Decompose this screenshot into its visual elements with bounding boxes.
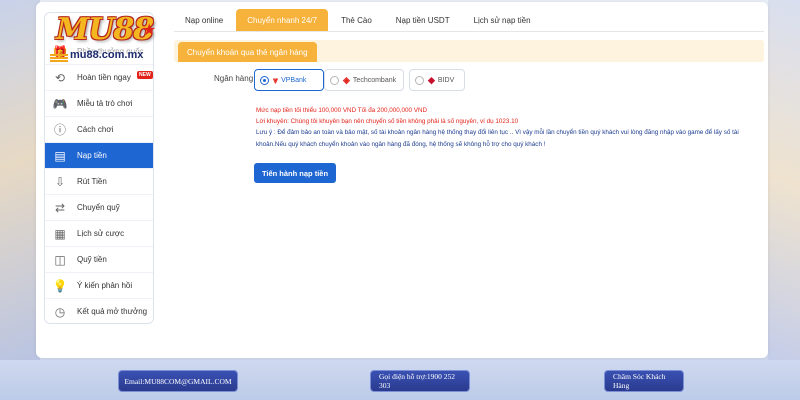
footer-support-button[interactable]: Chăm Sóc Khách Hàng (604, 370, 684, 392)
bank-option-techcombank[interactable]: ◈ Techcombank (324, 69, 404, 91)
wing-icon (50, 54, 68, 56)
tab-online[interactable]: Nạp online (174, 9, 234, 31)
radio-button[interactable] (330, 75, 339, 85)
sidebar-item-label: Ý kiến phản hồi (77, 281, 133, 290)
radio-button[interactable] (415, 75, 424, 85)
brand-logo[interactable]: MU88 ★ mu88.com.mx (50, 8, 162, 74)
bank-label: Ngân hàng (214, 74, 254, 83)
sidebar-item-results[interactable]: ◷ Kết quả mở thưởng (45, 299, 153, 323)
sidebar-item-game-desc[interactable]: 🎮 Miễu tả trò chơi (45, 91, 153, 117)
star-icon: ★ (142, 22, 157, 39)
radio-button[interactable] (260, 75, 269, 85)
history-icon: ▦ (54, 226, 66, 241)
vpbank-logo-icon: ⩔ (273, 74, 279, 85)
footer-email-button[interactable]: Email:MU88COM@GMAIL.COM (118, 370, 238, 392)
tab-deposit-history[interactable]: Lịch sử nạp tiền (463, 9, 542, 31)
logo-wordmark: MU88 (56, 12, 154, 47)
techcombank-logo-icon: ◈ (343, 74, 350, 85)
bank-option-vpbank[interactable]: ⩔ VPBank (254, 69, 324, 91)
bank-option-bidv[interactable]: ◆ BIDV (409, 69, 465, 91)
tab-scratch-card[interactable]: Thẻ Cào (330, 9, 383, 31)
sidebar-item-how-to-play[interactable]: ⓘ Cách chơi (45, 117, 153, 143)
sidebar-item-label: Hoàn tiền ngay (77, 73, 131, 82)
info-icon: ⓘ (53, 122, 66, 137)
sidebar-item-label: Quỹ tiền (77, 255, 107, 264)
bank-name: Techcombank (352, 76, 397, 84)
deposit-icon: ▤ (54, 148, 66, 163)
bank-name: VPBank (281, 76, 307, 84)
sidebar-item-label: Chuyển quỹ (77, 203, 120, 212)
sidebar-item-feedback[interactable]: 💡 Ý kiến phản hồi (45, 273, 153, 299)
sidebar-item-deposit[interactable]: ▤ Nạp tiền (45, 143, 153, 169)
subtab-bank-transfer[interactable]: Chuyển khoản qua thẻ ngân hàng (178, 42, 317, 62)
footer-hotline-button[interactable]: Gọi điện hỗ trợ:1900 252 303 (370, 370, 470, 392)
logo-domain: mu88.com.mx (70, 49, 144, 61)
sidebar-item-withdraw[interactable]: ⇩ Rút Tiền (45, 169, 153, 195)
wallet-icon: ◫ (54, 252, 66, 267)
sidebar-item-label: Cách chơi (77, 125, 114, 134)
sidebar-item-wallet[interactable]: ◫ Quỹ tiền (45, 247, 153, 273)
transfer-icon: ⇄ (54, 200, 66, 215)
background-art-left (0, 0, 40, 360)
tab-usdt[interactable]: Nạp tiền USDT (385, 9, 461, 31)
tab-fast-transfer[interactable]: Chuyển nhanh 24/7 (236, 9, 329, 31)
deposit-limit-note: Mức nạp tiền tối thiểu 100,000 VND Tối đ… (256, 107, 428, 114)
gamepad-icon: 🎮 (52, 96, 68, 111)
advice-note: Lời khuyên: Chúng tôi khuyên bạn nên chu… (256, 118, 519, 125)
bank-name: BIDV (437, 76, 455, 84)
caution-note-line1: Lưu ý : Để đảm bảo an toàn và bảo mật, s… (256, 129, 739, 136)
caution-note-line2: khoản.Nếu quý khách chuyển khoản vào ngâ… (256, 141, 546, 148)
result-icon: ◷ (54, 304, 66, 319)
withdraw-icon: ⇩ (54, 174, 66, 189)
sidebar-item-label: Lịch sử cược (77, 229, 125, 238)
sidebar-item-label: Nạp tiền (77, 151, 107, 160)
sidebar-item-label: Miễu tả trò chơi (77, 99, 133, 108)
sidebar-item-label: Kết quả mở thưởng (77, 307, 148, 316)
bidv-logo-icon: ◆ (428, 74, 435, 85)
sidebar-item-bet-history[interactable]: ▦ Lịch sử cược (45, 221, 153, 247)
deposit-tabs: Nạp online Chuyển nhanh 24/7 Thẻ Cào Nạp… (174, 9, 764, 32)
sidebar-item-label: Rút Tiền (77, 177, 107, 186)
submit-deposit-button[interactable]: Tiến hành nạp tiền (254, 163, 336, 183)
feedback-icon: 💡 (52, 278, 68, 293)
sidebar-item-transfer[interactable]: ⇄ Chuyển quỹ (45, 195, 153, 221)
background-art-right (768, 0, 800, 360)
